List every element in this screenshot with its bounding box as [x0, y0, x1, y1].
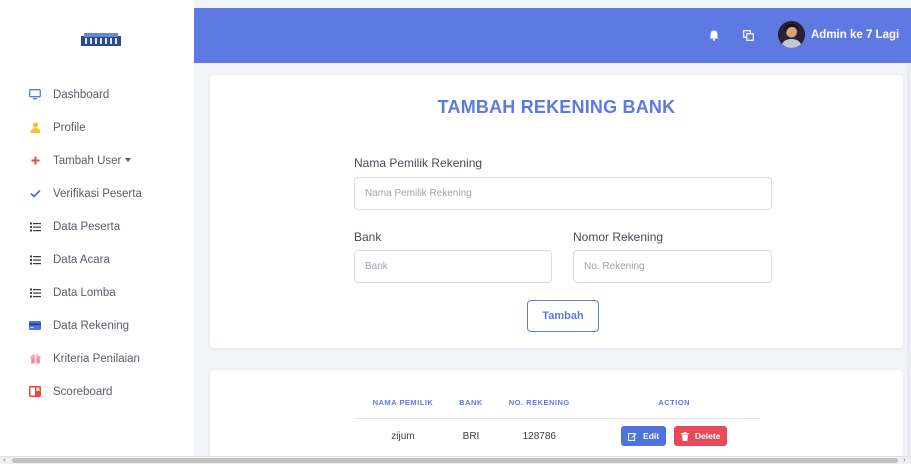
sidebar-item-label: Scoreboard [53, 385, 113, 398]
sidebar-item-label: Dashboard [53, 88, 110, 101]
column-header-no-rekening: NO. REKENING [490, 388, 589, 419]
column-header-nama-pemilik: NAMA PEMILIK [354, 388, 452, 419]
list-icon [29, 287, 41, 299]
edit-button[interactable]: Edit [621, 426, 667, 447]
sidebar-item-kriteria-penilaian[interactable]: Kriteria Penilaian [0, 342, 194, 375]
sidebar-item-label: Data Rekening [53, 319, 130, 332]
sidebar-item-data-lomba[interactable]: Data Lomba [0, 276, 194, 309]
sidebar-item-verifikasi-peserta[interactable]: Verifikasi Peserta [0, 177, 194, 210]
scroll-left-icon[interactable]: ‹ [3, 455, 6, 464]
nama-pemilik-input[interactable] [354, 177, 772, 210]
form-title: TAMBAH REKENING BANK [437, 97, 676, 117]
sidebar-item-data-peserta[interactable]: Data Peserta [0, 210, 194, 243]
edit-icon [628, 432, 637, 441]
logo[interactable] [81, 32, 121, 46]
sidebar-item-label: Profile [53, 121, 86, 134]
tambah-button[interactable]: Tambah [527, 300, 599, 332]
scroll-right-icon[interactable]: › [903, 455, 906, 464]
add-bank-account-card: TAMBAH REKENING BANK Nama Pemilik Rekeni… [210, 75, 903, 348]
nomor-rekening-label: Nomor Rekening [573, 230, 664, 244]
sidebar-item-data-rekening[interactable]: Data Rekening [0, 309, 194, 342]
sidebar-nav: Dashboard Profile Tambah User Verifikasi… [0, 78, 194, 408]
column-header-bank: BANK [451, 388, 491, 419]
gift-icon [29, 353, 41, 365]
sidebar-item-scoreboard[interactable]: Scoreboard [0, 375, 194, 408]
monitor-icon [29, 89, 41, 101]
bank-account-table-card: NAMA PEMILIK BANK NO. REKENING ACTION zi… [210, 370, 903, 464]
sidebar: Dashboard Profile Tambah User Verifikasi… [0, 0, 194, 464]
check-icon [29, 188, 41, 200]
caret-down-icon [125, 158, 132, 163]
table-header-row: NAMA PEMILIK BANK NO. REKENING ACTION [354, 388, 760, 419]
avatar[interactable] [778, 21, 805, 48]
list-icon [29, 221, 41, 233]
nama-pemilik-label: Nama Pemilik Rekening [354, 156, 483, 170]
page-edge [907, 64, 911, 456]
trash-icon [680, 431, 689, 441]
bank-label: Bank [354, 230, 382, 244]
plus-icon [29, 155, 41, 167]
topbar: Admin ke 7 Lagi [194, 8, 911, 63]
sidebar-item-dashboard[interactable]: Dashboard [0, 78, 194, 111]
user-name[interactable]: Admin ke 7 Lagi [811, 29, 899, 41]
cell-no-rekening: 128786 [522, 430, 556, 442]
sidebar-item-label: Data Peserta [53, 220, 121, 233]
sidebar-item-data-acara[interactable]: Data Acara [0, 243, 194, 276]
sidebar-item-label: Data Lomba [53, 286, 116, 299]
bank-input[interactable] [354, 250, 552, 283]
scoreboard-icon [29, 386, 41, 398]
delete-button[interactable]: Delete [673, 426, 728, 447]
nomor-rekening-input[interactable] [573, 250, 772, 283]
sidebar-item-profile[interactable]: Profile [0, 111, 194, 144]
cell-action: Edit Delete [588, 418, 760, 454]
sidebar-item-label: Tambah User [53, 155, 132, 167]
sidebar-item-label: Verifikasi Peserta [53, 187, 142, 200]
table-row: zijum BRI 128786 Edit Delete [354, 418, 760, 454]
cell-bank: BRI [462, 430, 480, 442]
edit-label: Edit [643, 431, 660, 442]
list-icon [29, 254, 41, 266]
windows-icon[interactable] [741, 28, 755, 42]
delete-label: Delete [694, 431, 721, 442]
sidebar-item-label: Data Acara [53, 253, 110, 266]
horizontal-scrollbar[interactable]: ‹ › [0, 455, 911, 464]
bell-icon[interactable] [707, 28, 721, 42]
user-icon [29, 122, 41, 134]
scrollbar-thumb[interactable] [12, 458, 898, 463]
column-header-action: ACTION [588, 388, 760, 419]
sidebar-item-label: Kriteria Penilaian [53, 352, 140, 365]
credit-card-icon [29, 320, 41, 332]
sidebar-item-tambah-user[interactable]: Tambah User [0, 144, 194, 177]
cell-nama: zijum [391, 430, 415, 442]
bank-account-table: NAMA PEMILIK BANK NO. REKENING ACTION zi… [354, 388, 760, 454]
